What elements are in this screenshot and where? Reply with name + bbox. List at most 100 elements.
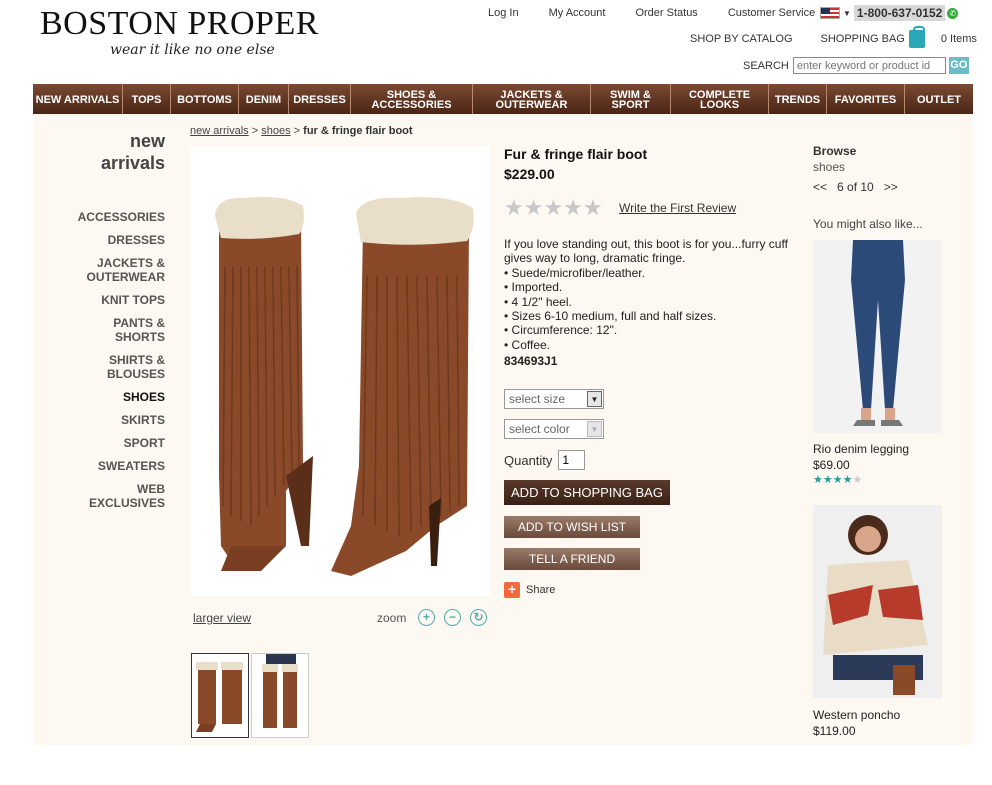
sidebar-item-pants-shorts[interactable]: PANTS & SHORTS <box>105 316 165 344</box>
bag-count[interactable]: 0 Items <box>941 33 977 45</box>
product-price: $229.00 <box>504 166 555 182</box>
rotate-icon[interactable]: ↻ <box>470 609 487 626</box>
share-button[interactable]: + Share <box>504 582 555 598</box>
star-icon: ★ <box>582 195 603 220</box>
breadcrumb-new-arrivals[interactable]: new arrivals <box>190 125 249 137</box>
sidebar-item-sweaters[interactable]: SWEATERS <box>33 459 165 473</box>
top-links: Log In My Account Order Status Customer … <box>488 7 815 19</box>
also-like-heading: You might also like... <box>813 217 923 231</box>
write-review-link[interactable]: Write the First Review <box>619 201 736 215</box>
rec-image-poncho[interactable] <box>813 505 942 698</box>
sidebar-title-line: arrivals <box>100 153 165 173</box>
description-bullet: • Imported. <box>504 280 563 295</box>
star-icon: ★ <box>822 474 833 486</box>
shop-by-catalog-link[interactable]: SHOP BY CATALOG <box>690 33 793 45</box>
star-icon: ★ <box>813 474 823 486</box>
nav-denim[interactable]: DENIM <box>239 84 289 114</box>
brand-tagline: wear it like no one else <box>110 42 275 58</box>
nav-complete-looks[interactable]: COMPLETE LOOKS <box>671 84 769 114</box>
browse-title: Browse <box>813 144 857 158</box>
rec-price-legging: $69.00 <box>813 458 850 472</box>
model-boot-thumbnail <box>262 654 298 728</box>
catalog-bag-row: SHOP BY CATALOG SHOPPING BAG 0 Items <box>690 26 977 48</box>
search-input[interactable] <box>792 57 946 74</box>
nav-jackets-outerwear[interactable]: JACKETS & OUTERWEAR <box>473 84 591 114</box>
sidebar-item-dresses[interactable]: DRESSES <box>33 233 165 247</box>
description-bullet: • Circumference: 12". <box>504 323 618 338</box>
sidebar-item-web-exclusives[interactable]: WEB EXCLUSIVES <box>85 482 165 510</box>
thumbnail-1[interactable] <box>191 653 249 738</box>
sidebar-title-line: new <box>129 131 165 151</box>
shopping-bag-link[interactable]: SHOPPING BAG <box>821 33 905 45</box>
size-select[interactable]: select size ▼ <box>504 389 604 409</box>
sidebar-title: new arrivals <box>33 130 165 174</box>
browse-category: shoes <box>813 160 846 174</box>
chevron-down-icon: ▼ <box>587 391 602 407</box>
brand-name: BOSTON PROPER <box>40 5 319 42</box>
prev-arrow-icon[interactable]: << <box>813 180 827 194</box>
sidebar-item-skirts[interactable]: SKIRTS <box>33 413 165 427</box>
tell-a-friend-button[interactable]: TELL A FRIEND <box>504 548 640 570</box>
thumbnail-strip <box>191 653 311 738</box>
nav-favorites[interactable]: FAVORITES <box>827 84 905 114</box>
zoom-out-icon[interactable]: − <box>444 609 461 626</box>
star-icon: ★ <box>543 195 564 220</box>
rec-name-legging[interactable]: Rio denim legging <box>813 442 909 456</box>
search-label: SEARCH <box>743 59 789 72</box>
color-select-value: select color <box>509 422 570 436</box>
nav-new-arrivals[interactable]: NEW ARRIVALS <box>33 84 123 114</box>
us-flag-icon[interactable] <box>820 7 840 19</box>
add-to-bag-button[interactable]: ADD TO SHOPPING BAG <box>504 480 670 505</box>
breadcrumb-separator: > <box>293 125 301 137</box>
thumbnail-2[interactable] <box>251 653 309 738</box>
zoom-in-icon[interactable]: + <box>418 609 435 626</box>
sidebar-item-shoes[interactable]: SHOES <box>33 390 165 404</box>
nav-dresses[interactable]: DRESSES <box>289 84 351 114</box>
product-sku: 834693J1 <box>504 354 558 368</box>
nav-outlet[interactable]: OUTLET <box>905 84 973 114</box>
sidebar-item-knit-tops[interactable]: KNIT TOPS <box>33 293 165 307</box>
sidebar-item-sport[interactable]: SPORT <box>33 436 165 450</box>
search-go-button[interactable]: GO <box>948 57 969 74</box>
rating-stars[interactable]: ★ ★ ★ ★ ★ <box>504 195 603 220</box>
login-link[interactable]: Log In <box>488 7 519 19</box>
quantity-input[interactable] <box>558 450 586 470</box>
breadcrumb: new arrivals > shoes > fur & fringe flai… <box>190 125 413 137</box>
product-description: If you love standing out, this boot is f… <box>504 237 794 352</box>
customer-service-link[interactable]: Customer Service <box>728 7 815 19</box>
order-status-link[interactable]: Order Status <box>635 7 697 19</box>
chevron-down-icon[interactable]: ▼ <box>843 9 851 18</box>
nav-shoes-accessories[interactable]: SHOES & ACCESSORIES <box>351 84 473 114</box>
poncho-image <box>813 505 942 698</box>
color-select[interactable]: select color ▼ <box>504 419 604 439</box>
my-account-link[interactable]: My Account <box>549 7 606 19</box>
sidebar-item-shirts-blouses[interactable]: SHIRTS & BLOUSES <box>105 353 165 381</box>
zoom-label: zoom <box>377 611 407 625</box>
nav-tops[interactable]: TOPS <box>123 84 171 114</box>
quantity-label: Quantity <box>504 452 553 468</box>
logo[interactable]: BOSTON PROPER wear it like no one else <box>40 5 319 59</box>
nav-trends[interactable]: TRENDS <box>769 84 827 114</box>
star-icon: ★ <box>842 474 853 486</box>
boot-image <box>215 197 474 576</box>
shopping-bag-icon[interactable] <box>908 26 925 48</box>
star-icon: ★ <box>852 474 863 486</box>
product-details: Fur & fringe flair boot $229.00 ★ ★ ★ ★ … <box>504 146 794 598</box>
product-main-image[interactable] <box>191 146 490 596</box>
size-select-value: select size <box>509 392 566 406</box>
nav-bottoms[interactable]: BOTTOMS <box>171 84 239 114</box>
sidebar-item-accessories[interactable]: ACCESSORIES <box>33 210 165 224</box>
description-bullet: • Coffee. <box>504 337 551 352</box>
nav-swim-sport[interactable]: SWIM & SPORT <box>591 84 671 114</box>
sidebar-item-jackets-outerwear[interactable]: JACKETS & OUTERWEAR <box>85 256 165 284</box>
phone-icon[interactable]: ✆ <box>947 7 959 19</box>
product-name: Fur & fringe flair boot <box>504 146 648 162</box>
breadcrumb-shoes[interactable]: shoes <box>261 125 290 137</box>
rec-image-legging[interactable] <box>813 240 942 433</box>
rec-price-poncho: $119.00 <box>813 724 856 738</box>
larger-view-link[interactable]: larger view <box>193 611 251 625</box>
legging-image <box>813 240 942 433</box>
add-to-wish-list-button[interactable]: ADD TO WISH LIST <box>504 516 640 538</box>
rec-name-poncho[interactable]: Western poncho <box>813 708 900 722</box>
next-arrow-icon[interactable]: >> <box>884 180 898 194</box>
